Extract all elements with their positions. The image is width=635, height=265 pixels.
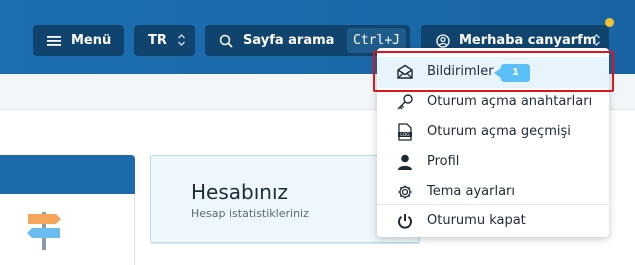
search-icon [219,34,233,48]
notification-dot [605,18,614,27]
chevron-up-down-icon [593,34,600,46]
menu-button[interactable]: Menü [33,25,124,56]
account-subtitle: Hesap istatistikleriniz [191,207,309,220]
power-icon [396,212,414,230]
menu-item-theme-settings[interactable]: Tema ayarları [377,177,609,207]
menu-label: Menü [71,33,112,48]
divider [150,243,420,244]
highlight-box [373,51,614,92]
menu-item-label: Tema ayarları [427,184,515,199]
menu-item-label: Profil [427,154,460,169]
user-greeting: Merhaba canyarfm [459,33,597,48]
user-icon [396,153,414,171]
search-label: Sayfa arama [243,33,335,48]
svg-text:LOG: LOG [400,132,410,138]
user-circle-icon [436,33,450,48]
menu-item-logout[interactable]: Oturumu kapat [377,206,609,236]
menu-divider [377,204,609,205]
language-select[interactable]: TR [134,25,195,56]
language-label: TR [148,33,167,48]
account-title: Hesabınız [191,180,289,204]
menu-item-label: Oturum açma anahtarları [427,94,593,109]
menu-item-login-history[interactable]: LOG Oturum açma geçmişi [377,117,609,147]
chevron-up-down-icon [178,34,185,46]
menu-item-profile[interactable]: Profil [377,147,609,177]
sidebar-card-header [0,155,135,194]
hamburger-icon [47,35,61,46]
sidebar-card [0,155,135,265]
gear-icon [396,183,414,201]
signpost-icon [27,212,61,250]
menu-item-label: Oturumu kapat [427,213,526,228]
log-icon: LOG [396,123,414,141]
menu-item-label: Oturum açma geçmişi [427,124,571,139]
key-icon [396,93,414,111]
